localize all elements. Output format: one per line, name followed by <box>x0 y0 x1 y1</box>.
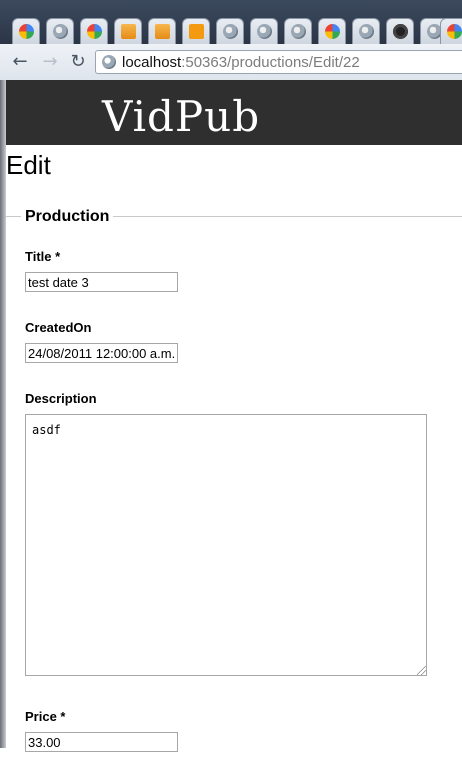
url-path: :50363/productions/Edit/22 <box>181 54 360 71</box>
browser-tab[interactable] <box>46 18 74 44</box>
browser-tab[interactable] <box>114 18 142 44</box>
address-url: localhost:50363/productions/Edit/22 <box>122 54 360 71</box>
globe-icon <box>359 24 374 39</box>
stackoverflow-icon <box>121 24 136 39</box>
github-icon <box>393 24 408 39</box>
back-arrow-icon[interactable]: ← <box>8 50 32 74</box>
title-label: Title * <box>25 249 61 264</box>
browser-tab[interactable] <box>440 18 462 44</box>
price-label: Price * <box>25 709 66 724</box>
browser-tab[interactable] <box>284 18 312 44</box>
site-header: VidPub <box>6 80 462 145</box>
site-logo[interactable]: VidPub <box>102 92 260 141</box>
url-host: localhost <box>122 54 182 71</box>
fieldset-legend: Production <box>21 208 114 226</box>
browser-tab[interactable] <box>12 18 40 44</box>
resize-grip-icon[interactable] <box>417 666 426 675</box>
browser-tab[interactable] <box>318 18 346 44</box>
page-title: Edit <box>6 150 51 180</box>
reload-icon[interactable]: ↻ <box>66 50 90 74</box>
browser-tab[interactable] <box>80 18 108 44</box>
createdon-label: CreatedOn <box>25 320 92 335</box>
globe-icon <box>223 24 238 39</box>
createdon-input[interactable] <box>25 343 178 363</box>
google-icon <box>447 24 462 39</box>
browser-tab[interactable] <box>386 18 414 44</box>
browser-tab[interactable] <box>250 18 278 44</box>
browser-tab[interactable] <box>182 18 210 44</box>
google-icon <box>19 24 34 39</box>
browser-tab[interactable] <box>216 18 244 44</box>
browser-toolbar: ← → ↻ localhost:50363/productions/Edit/2… <box>0 44 462 81</box>
orange-square-icon <box>189 24 204 39</box>
description-textarea[interactable]: asdf <box>25 414 427 676</box>
globe-icon <box>291 24 306 39</box>
page-globe-icon <box>102 55 116 69</box>
stackoverflow-icon <box>155 24 170 39</box>
globe-icon <box>53 24 68 39</box>
google-icon <box>325 24 340 39</box>
forward-arrow-icon[interactable]: → <box>38 50 62 74</box>
globe-icon <box>257 24 272 39</box>
description-label: Description <box>25 391 97 406</box>
title-input[interactable] <box>25 272 178 292</box>
browser-tab[interactable] <box>148 18 176 44</box>
browser-tab[interactable] <box>352 18 380 44</box>
address-bar[interactable]: localhost:50363/productions/Edit/22 <box>95 50 462 74</box>
price-input[interactable] <box>25 732 178 752</box>
google-icon <box>87 24 102 39</box>
browser-tab-strip <box>0 0 462 44</box>
